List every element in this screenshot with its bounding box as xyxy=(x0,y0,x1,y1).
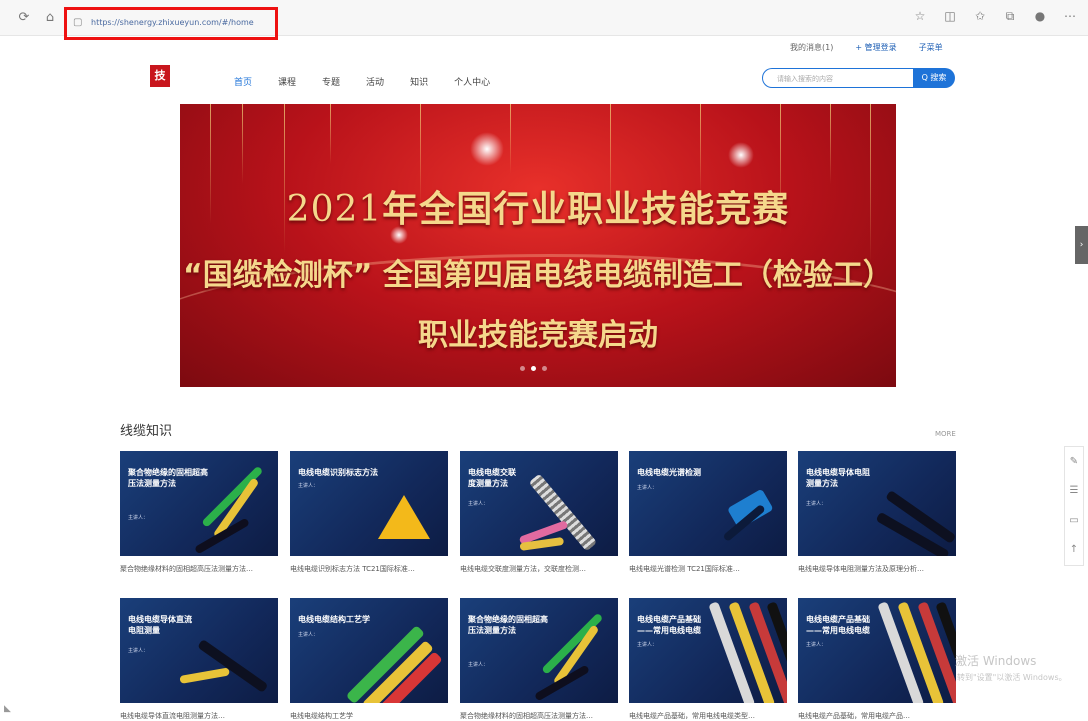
url-text[interactable]: https://shenergy.zhixueyun.com/#/home xyxy=(91,18,254,27)
edit-icon[interactable]: ✎ xyxy=(1068,456,1080,468)
user-menu-link[interactable]: 子菜单 xyxy=(919,42,943,53)
course-card[interactable]: 电线电缆导体电阻测量方法 主讲人： 电线电缆导体电阻测量方法及原理分析… xyxy=(798,451,956,574)
lock-icon: ▢ xyxy=(73,17,83,28)
banner-subheadline: “国缆检测杯” 全国第四届电线电缆制造工（检验工） xyxy=(183,258,893,293)
course-thumbnail[interactable]: 电线电缆导体直流电阻测量 主讲人： xyxy=(120,598,278,703)
nav-knowledge[interactable]: 知识 xyxy=(410,75,428,88)
warning-icon xyxy=(378,495,430,539)
carousel-dots xyxy=(520,366,547,371)
nav-courses[interactable]: 课程 xyxy=(278,75,296,88)
course-thumbnail[interactable]: 聚合物绝缘的固相超高压法测量方法 主讲人： xyxy=(120,451,278,556)
carousel-dot[interactable] xyxy=(520,366,525,371)
course-caption[interactable]: 聚合物绝缘材料的固相超高压法测量方法… xyxy=(460,711,618,721)
course-caption[interactable]: 聚合物绝缘材料的固相超高压法测量方法… xyxy=(120,564,278,574)
top-icon[interactable]: ↑ xyxy=(1068,544,1080,556)
site-logo[interactable]: 技 xyxy=(150,65,170,87)
course-card[interactable]: 电线电缆识别标志方法 主讲人： 电线电缆识别标志方法 TC21国际标准… xyxy=(290,451,448,574)
section-title: 线缆知识 xyxy=(120,424,173,439)
corner-icon: ◣ xyxy=(4,704,11,714)
search-input[interactable]: 请输入搜索的内容 xyxy=(762,68,914,88)
collections-icon[interactable]: ⧉ xyxy=(1002,8,1018,24)
course-card[interactable]: 电线电缆结构工艺学 主讲人： 电线电缆结构工艺学 xyxy=(290,598,448,721)
chat-icon[interactable]: ☰ xyxy=(1068,485,1080,497)
course-card[interactable]: 电线电缆光谱检测 主讲人： 电线电缆光谱检测 TC21国际标准… xyxy=(629,451,787,574)
messages-link[interactable]: 我的消息(1) xyxy=(790,42,833,53)
course-card[interactable]: 电线电缆交联度测量方法 主讲人： 电线电缆交联度测量方法，交联度检测… xyxy=(460,451,618,574)
course-caption[interactable]: 电线电缆导体电阻测量方法及原理分析… xyxy=(798,564,956,574)
admin-login-link[interactable]: + 管理登录 xyxy=(855,42,896,53)
nav-home[interactable]: 首页 xyxy=(234,75,252,88)
profile-icon[interactable]: ● xyxy=(1032,8,1048,24)
course-card[interactable]: 电线电缆产品基础——常用电线电缆 主讲人： 电线电缆产品基础，常用电线电缆类型… xyxy=(629,598,787,721)
top-links: 我的消息(1) + 管理登录 子菜单 xyxy=(790,42,943,53)
message-icon[interactable]: ▭ xyxy=(1068,515,1080,527)
address-bar[interactable]: ▢ https://shenergy.zhixueyun.com/#/home xyxy=(64,7,278,40)
more-link[interactable]: MORE xyxy=(935,430,956,438)
course-caption[interactable]: 电线电缆产品基础，常用电缆产品… xyxy=(798,711,956,721)
course-thumbnail[interactable]: 电线电缆产品基础——常用电线电缆 主讲人： xyxy=(798,598,956,703)
course-card[interactable]: 电线电缆导体直流电阻测量 主讲人： 电线电缆导体直流电阻测量方法… xyxy=(120,598,278,721)
home-icon[interactable]: ⌂ xyxy=(42,10,58,26)
browser-actions: ☆ ◫ ✩ ⧉ ● ⋯ xyxy=(912,8,1078,24)
course-thumbnail[interactable]: 聚合物绝缘的固相超高压法测量方法 主讲人： xyxy=(460,598,618,703)
windows-watermark: 激活 Windows xyxy=(955,654,1037,668)
course-thumbnail[interactable]: 电线电缆交联度测量方法 主讲人： xyxy=(460,451,618,556)
search-button[interactable]: Q 搜索 xyxy=(913,68,955,88)
course-caption[interactable]: 电线电缆识别标志方法 TC21国际标准… xyxy=(290,564,448,574)
course-card[interactable]: 聚合物绝缘的固相超高压法测量方法 主讲人： 聚合物绝缘材料的固相超高压法测量方法… xyxy=(120,451,278,574)
course-caption[interactable]: 电线电缆产品基础，常用电线电缆类型… xyxy=(629,711,787,721)
course-caption[interactable]: 电线电缆结构工艺学 xyxy=(290,711,448,721)
course-card[interactable]: 聚合物绝缘的固相超高压法测量方法 主讲人： 聚合物绝缘材料的固相超高压法测量方法… xyxy=(460,598,618,721)
search-placeholder: 请输入搜索的内容 xyxy=(777,75,833,83)
banner-headline: 2021年全国行业职业技能竞赛 xyxy=(286,189,790,230)
carousel-dot[interactable] xyxy=(542,366,547,371)
more-icon[interactable]: ⋯ xyxy=(1062,8,1078,24)
hero-banner[interactable]: 2021年全国行业职业技能竞赛 “国缆检测杯” 全国第四届电线电缆制造工（检验工… xyxy=(180,104,896,387)
refresh-icon[interactable]: ⟳ xyxy=(16,10,32,26)
course-thumbnail[interactable]: 电线电缆识别标志方法 主讲人： xyxy=(290,451,448,556)
course-thumbnail[interactable]: 电线电缆结构工艺学 主讲人： xyxy=(290,598,448,703)
windows-watermark-sub: 转到"设置"以激活 Windows。 xyxy=(957,673,1067,682)
course-thumbnail[interactable]: 电线电缆导体电阻测量方法 主讲人： xyxy=(798,451,956,556)
split-icon[interactable]: ◫ xyxy=(942,8,958,24)
course-thumbnail[interactable]: 电线电缆光谱检测 主讲人： xyxy=(629,451,787,556)
course-caption[interactable]: 电线电缆交联度测量方法，交联度检测… xyxy=(460,564,618,574)
carousel-dot-active[interactable] xyxy=(531,366,536,371)
nav-personal-center[interactable]: 个人中心 xyxy=(454,75,490,88)
star-icon[interactable]: ☆ xyxy=(912,8,928,24)
course-caption[interactable]: 电线电缆光谱检测 TC21国际标准… xyxy=(629,564,787,574)
main-nav: 首页 课程 专题 活动 知识 个人中心 xyxy=(234,75,490,88)
nav-topics[interactable]: 专题 xyxy=(322,75,340,88)
nav-activities[interactable]: 活动 xyxy=(366,75,384,88)
side-feedback-tab[interactable]: › xyxy=(1075,226,1088,264)
side-toolbar: ✎ ☰ ▭ ↑ xyxy=(1064,446,1084,566)
banner-tagline: 职业技能竞赛启动 xyxy=(418,318,658,353)
course-card[interactable]: 电线电缆产品基础——常用电线电缆 主讲人： 电线电缆产品基础，常用电缆产品… xyxy=(798,598,956,721)
favorites-icon[interactable]: ✩ xyxy=(972,8,988,24)
course-caption[interactable]: 电线电缆导体直流电阻测量方法… xyxy=(120,711,278,721)
browser-toolbar: ⟳ ⌂ ▢ https://shenergy.zhixueyun.com/#/h… xyxy=(0,0,1088,40)
course-thumbnail[interactable]: 电线电缆产品基础——常用电线电缆 主讲人： xyxy=(629,598,787,703)
